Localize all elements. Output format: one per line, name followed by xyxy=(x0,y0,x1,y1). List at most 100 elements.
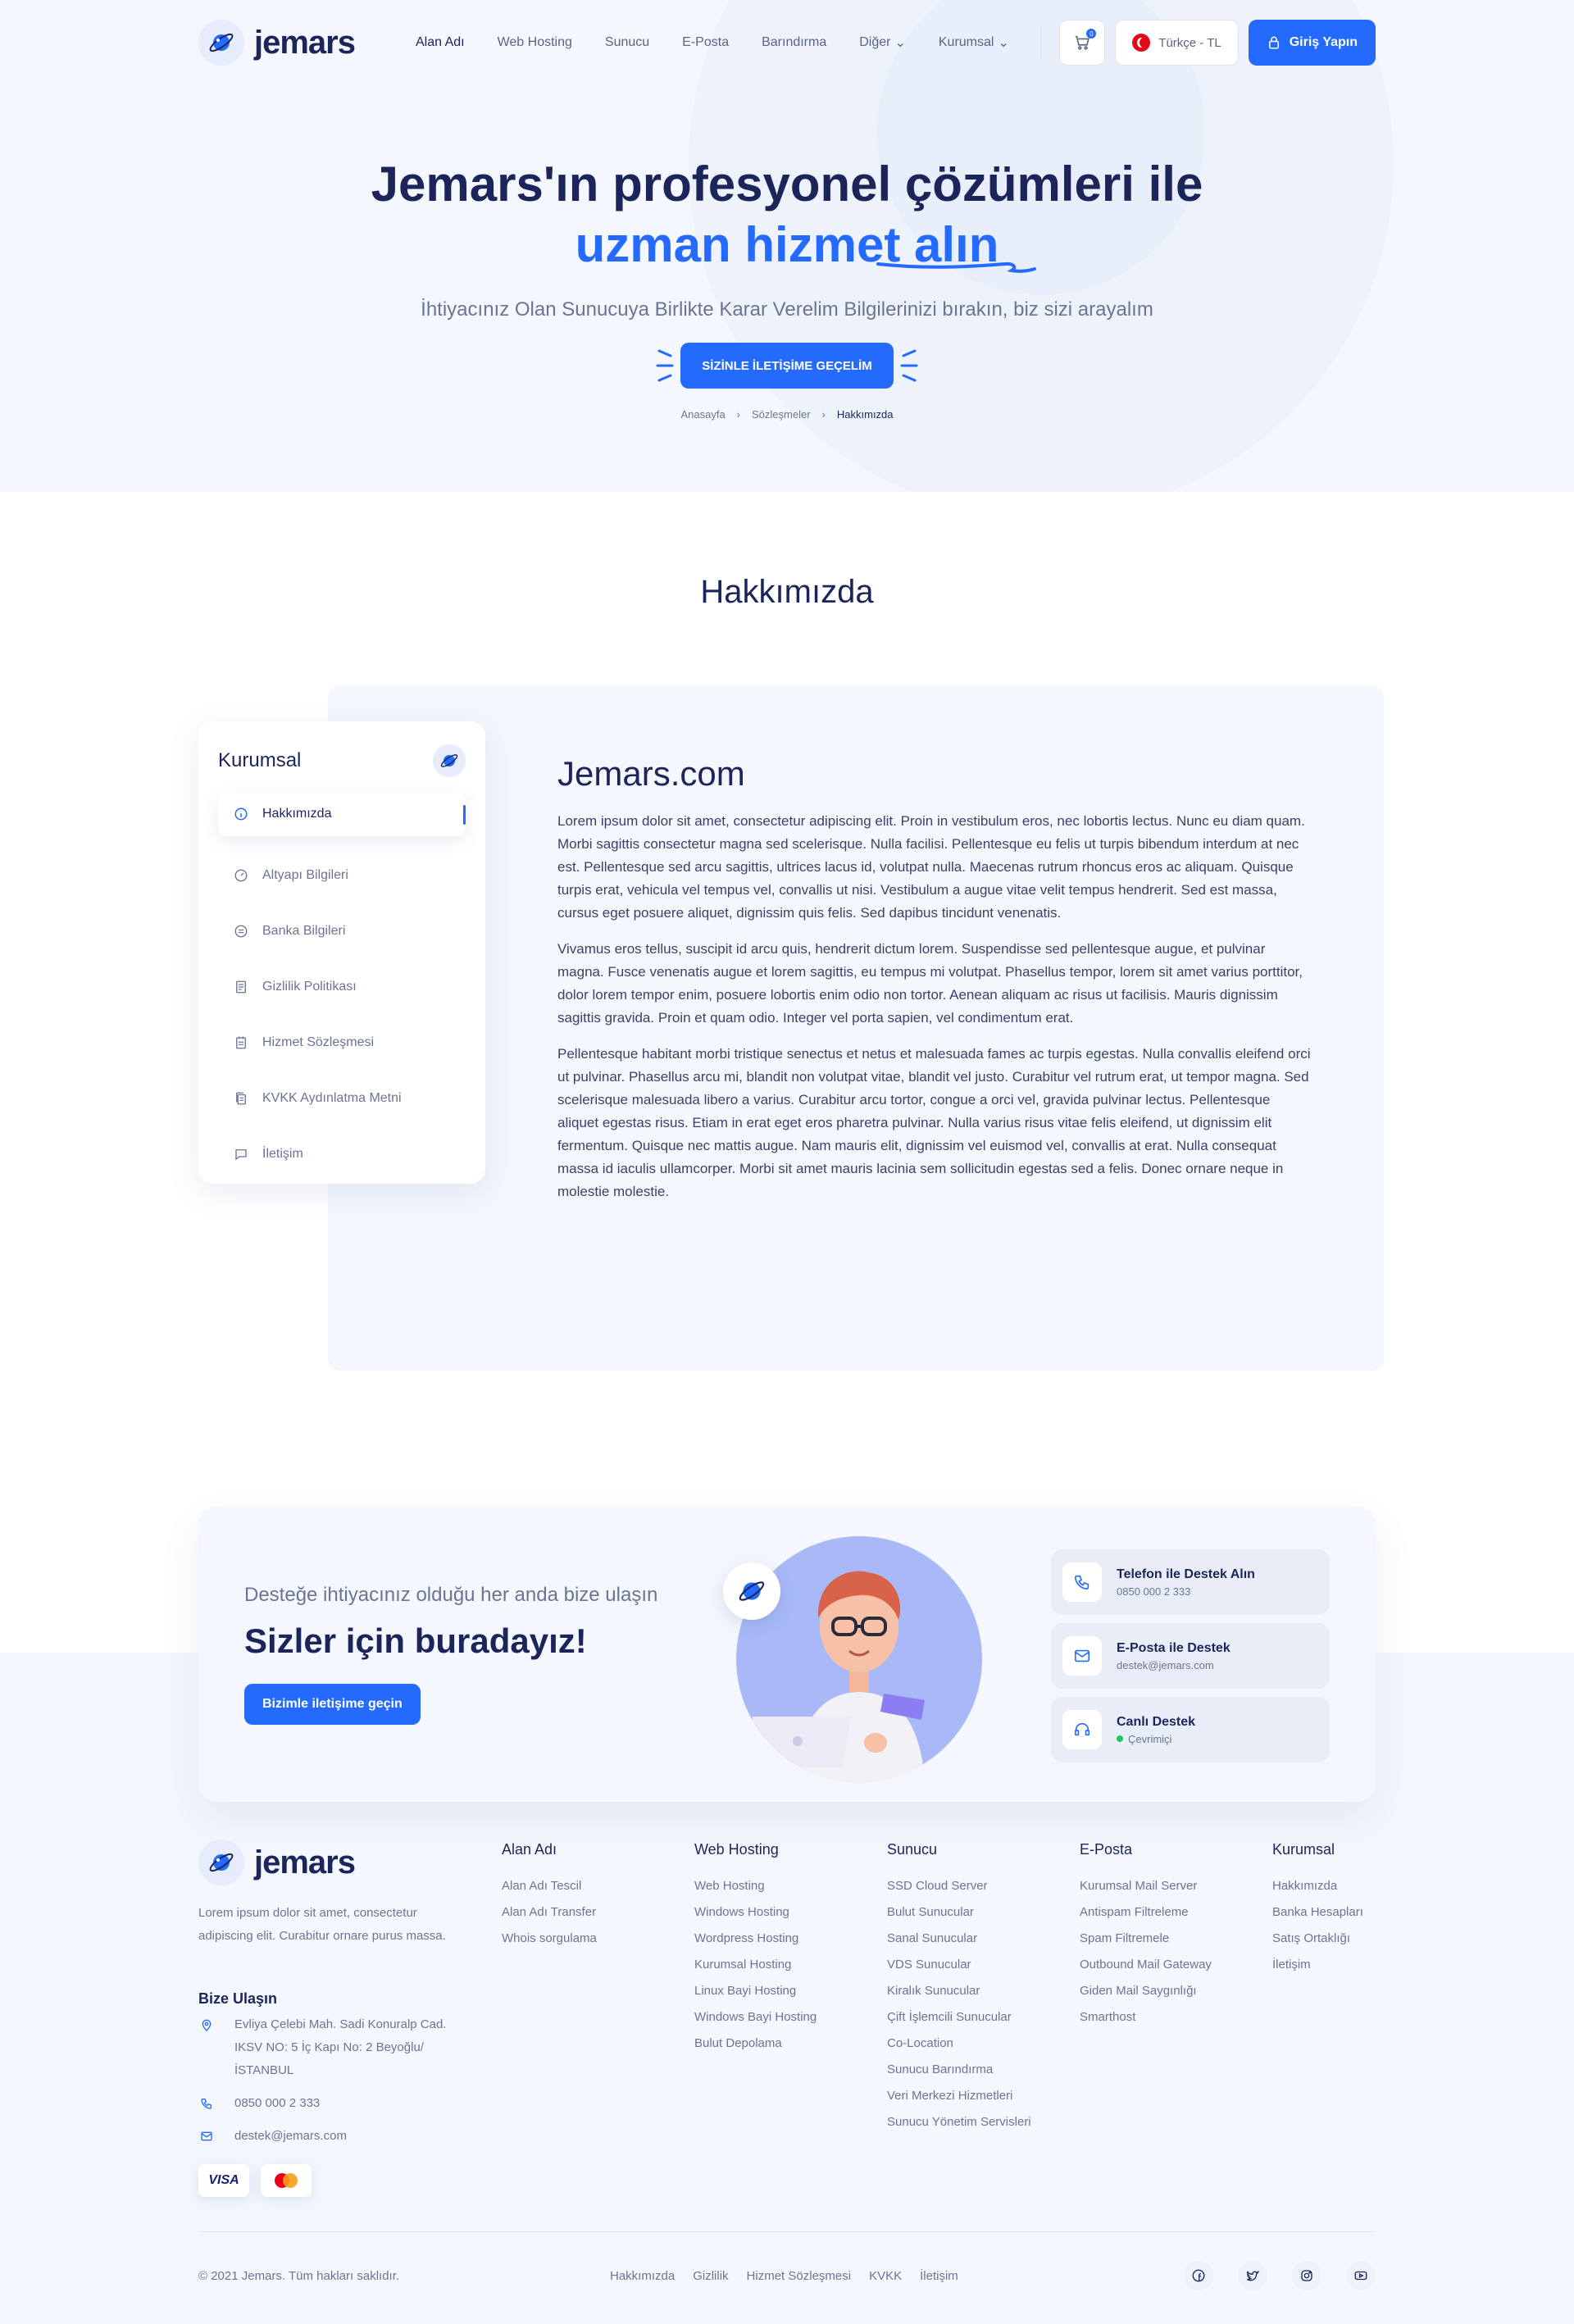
footer-link[interactable]: Kiralık Sunucular xyxy=(887,1978,1031,2004)
footer-bottom-link[interactable]: Gizlilik xyxy=(693,2269,728,2283)
support-banner: Desteğe ihtiyacınız olduğu her anda bize… xyxy=(198,1507,1376,1802)
footer-bottom-link[interactable]: Hakkımızda xyxy=(610,2269,675,2283)
mail-icon xyxy=(1062,1636,1102,1676)
footer-link[interactable]: Alan Adı Tescil xyxy=(502,1873,597,1899)
article-title: Jemars.com xyxy=(557,754,745,793)
footer-link[interactable]: Wordpress Hosting xyxy=(694,1926,817,1952)
footer-link[interactable]: Çift İşlemcili Sunucular xyxy=(887,2004,1031,2031)
cart-button[interactable]: 0 xyxy=(1059,20,1106,66)
nav-label: E-Posta xyxy=(682,35,730,49)
chevron-right-icon: › xyxy=(736,408,741,421)
logo[interactable]: jemars xyxy=(198,20,356,66)
sidebar-item-hakkimizda[interactable]: Hakkımızda xyxy=(218,792,466,836)
footer-link[interactable]: Sanal Sunucular xyxy=(887,1926,1031,1952)
sidebar-item-label: Banka Bilgileri xyxy=(262,924,346,938)
login-button[interactable]: Giriş Yapın xyxy=(1248,20,1376,66)
footer-link[interactable]: Bulut Depolama xyxy=(694,2031,817,2057)
nav-item-web-hosting[interactable]: Web Hosting xyxy=(498,34,572,51)
footer-link[interactable]: Sunucu Yönetim Servisleri xyxy=(887,2109,1031,2135)
footer-link[interactable]: Antispam Filtreleme xyxy=(1080,1899,1212,1926)
footer-link[interactable]: Co-Location xyxy=(887,2031,1031,2057)
footer-link[interactable]: Whois sorgulama xyxy=(502,1926,597,1952)
sidebar-item-gizlilik[interactable]: Gizlilik Politikası xyxy=(218,959,466,1015)
footer-logo[interactable]: jemars xyxy=(198,1840,356,1885)
footer-link[interactable]: Kurumsal Mail Server xyxy=(1080,1873,1212,1899)
sidebar-item-hizmet[interactable]: Hizmet Sözleşmesi xyxy=(218,1015,466,1071)
youtube-icon[interactable] xyxy=(1346,2261,1376,2290)
lock-icon xyxy=(1268,36,1279,49)
support-card-live[interactable]: Canlı Destek Çevrimiçi xyxy=(1051,1697,1330,1762)
footer-col-title: Sunucu xyxy=(887,1841,938,1858)
footer-link[interactable]: Web Hosting xyxy=(694,1873,817,1899)
language-selector[interactable]: Türkçe - TL xyxy=(1115,20,1239,66)
sidebar-item-kvkk[interactable]: KVKK Aydınlatma Metni xyxy=(218,1071,466,1126)
breadcrumb-current: Hakkımızda xyxy=(836,408,894,421)
footer-link[interactable]: SSD Cloud Server xyxy=(887,1873,1031,1899)
nav-item-alan-adi[interactable]: Alan Adı xyxy=(416,34,465,51)
contact-cta-button[interactable]: SİZİNLE İLETİŞİME GEÇELİM xyxy=(680,343,894,389)
nav-item-kurumsal[interactable]: Kurumsal ⌄ xyxy=(939,34,1009,51)
social-links xyxy=(1184,2261,1376,2290)
footer-link[interactable]: Banka Hesapları xyxy=(1272,1899,1363,1926)
visa-logo: VISA xyxy=(198,2164,249,2197)
footer-link[interactable]: Kurumsal Hosting xyxy=(694,1952,817,1978)
footer-description: Lorem ipsum dolor sit amet, consectetur … xyxy=(198,1906,446,1943)
address-text: Evliya Çelebi Mah. Sadi Konuralp Cad. IK… xyxy=(234,2017,447,2077)
footer-bottom-link[interactable]: Hizmet Sözleşmesi xyxy=(747,2269,852,2283)
nav-item-diger[interactable]: Diğer ⌄ xyxy=(859,34,906,51)
footer-link[interactable]: Bulut Sunucular xyxy=(887,1899,1031,1926)
sparkle-left-icon xyxy=(656,349,674,382)
nav-item-sunucu[interactable]: Sunucu xyxy=(605,34,649,51)
article-paragraph: Lorem ipsum dolor sit amet, consectetur … xyxy=(557,813,1305,921)
copyright: © 2021 Jemars. Tüm hakları saklıdır. xyxy=(198,2269,400,2283)
support-card-phone[interactable]: Telefon ile Destek Alın 0850 000 2 333 xyxy=(1051,1549,1330,1615)
language-label: Türkçe - TL xyxy=(1158,35,1221,50)
footer-email[interactable]: destek@jemars.com xyxy=(198,2125,469,2148)
footer-link[interactable]: Sunucu Barındırma xyxy=(887,2057,1031,2083)
footer-link[interactable]: Spam Filtremele xyxy=(1080,1926,1212,1952)
twitter-icon[interactable] xyxy=(1238,2261,1267,2290)
breadcrumb-item[interactable]: Sözleşmeler xyxy=(752,408,811,421)
sidebar-item-label: Hakkımızda xyxy=(262,807,332,821)
sidebar-item-label: KVKK Aydınlatma Metni xyxy=(262,1091,402,1105)
support-contact-button[interactable]: Bizimle iletişime geçin xyxy=(244,1684,421,1725)
footer-bottom-link[interactable]: İletişim xyxy=(920,2269,958,2283)
support-card-title: Canlı Destek xyxy=(1117,1714,1196,1729)
footer-link[interactable]: Alan Adı Transfer xyxy=(502,1899,597,1926)
footer-link[interactable]: Windows Bayi Hosting xyxy=(694,2004,817,2031)
footer-bottom-link[interactable]: KVKK xyxy=(869,2269,902,2283)
instagram-icon[interactable] xyxy=(1292,2261,1322,2290)
hero-title-line1: Jemars'ın profesyonel çözümleri ile xyxy=(371,157,1203,211)
sidebar-item-banka[interactable]: Banka Bilgileri xyxy=(218,903,466,959)
support-card-sub: 0850 000 2 333 xyxy=(1117,1585,1191,1598)
footer-link[interactable]: Veri Merkezi Hizmetleri xyxy=(887,2083,1031,2109)
sidebar-item-altyapi[interactable]: Altyapı Bilgileri xyxy=(218,848,466,903)
footer-link[interactable]: İletişim xyxy=(1272,1952,1363,1978)
nav-label: Kurumsal xyxy=(938,35,994,49)
footer-link[interactable]: Hakkımızda xyxy=(1272,1873,1363,1899)
breadcrumb-item[interactable]: Anasayfa xyxy=(680,408,725,421)
nav-item-barindirma[interactable]: Barındırma xyxy=(762,34,826,51)
footer-link[interactable]: Outbound Mail Gateway xyxy=(1080,1952,1212,1978)
footer-link[interactable]: Windows Hosting xyxy=(694,1899,817,1926)
nav-item-e-posta[interactable]: E-Posta xyxy=(682,34,729,51)
nav-label: Alan Adı xyxy=(415,35,465,49)
support-card-sub: destek@jemars.com xyxy=(1117,1658,1214,1671)
visa-label: VISA xyxy=(208,2173,239,2187)
footer-link[interactable]: Linux Bayi Hosting xyxy=(694,1978,817,2004)
sidebar-item-iletisim[interactable]: İletişim xyxy=(218,1126,466,1182)
footer-link[interactable]: Smarthost xyxy=(1080,2004,1212,2031)
footer-phone[interactable]: 0850 000 2 333 xyxy=(198,2092,469,2115)
headset-icon xyxy=(1062,1710,1102,1749)
sidebar-item-label: Hizmet Sözleşmesi xyxy=(262,1035,375,1049)
phone-icon xyxy=(198,2092,215,2115)
logo-text: jemars xyxy=(254,24,356,61)
sparkle-right-icon xyxy=(900,349,918,382)
planet-logo-icon xyxy=(723,1562,780,1620)
footer-link[interactable]: Giden Mail Saygınlığı xyxy=(1080,1978,1212,2004)
facebook-icon[interactable] xyxy=(1184,2261,1213,2290)
footer-link[interactable]: VDS Sunucular xyxy=(887,1952,1031,1978)
cart-count-badge: 0 xyxy=(1086,29,1097,39)
footer-link[interactable]: Satış Ortaklığı xyxy=(1272,1926,1363,1952)
support-card-email[interactable]: E-Posta ile Destek destek@jemars.com xyxy=(1051,1623,1330,1689)
